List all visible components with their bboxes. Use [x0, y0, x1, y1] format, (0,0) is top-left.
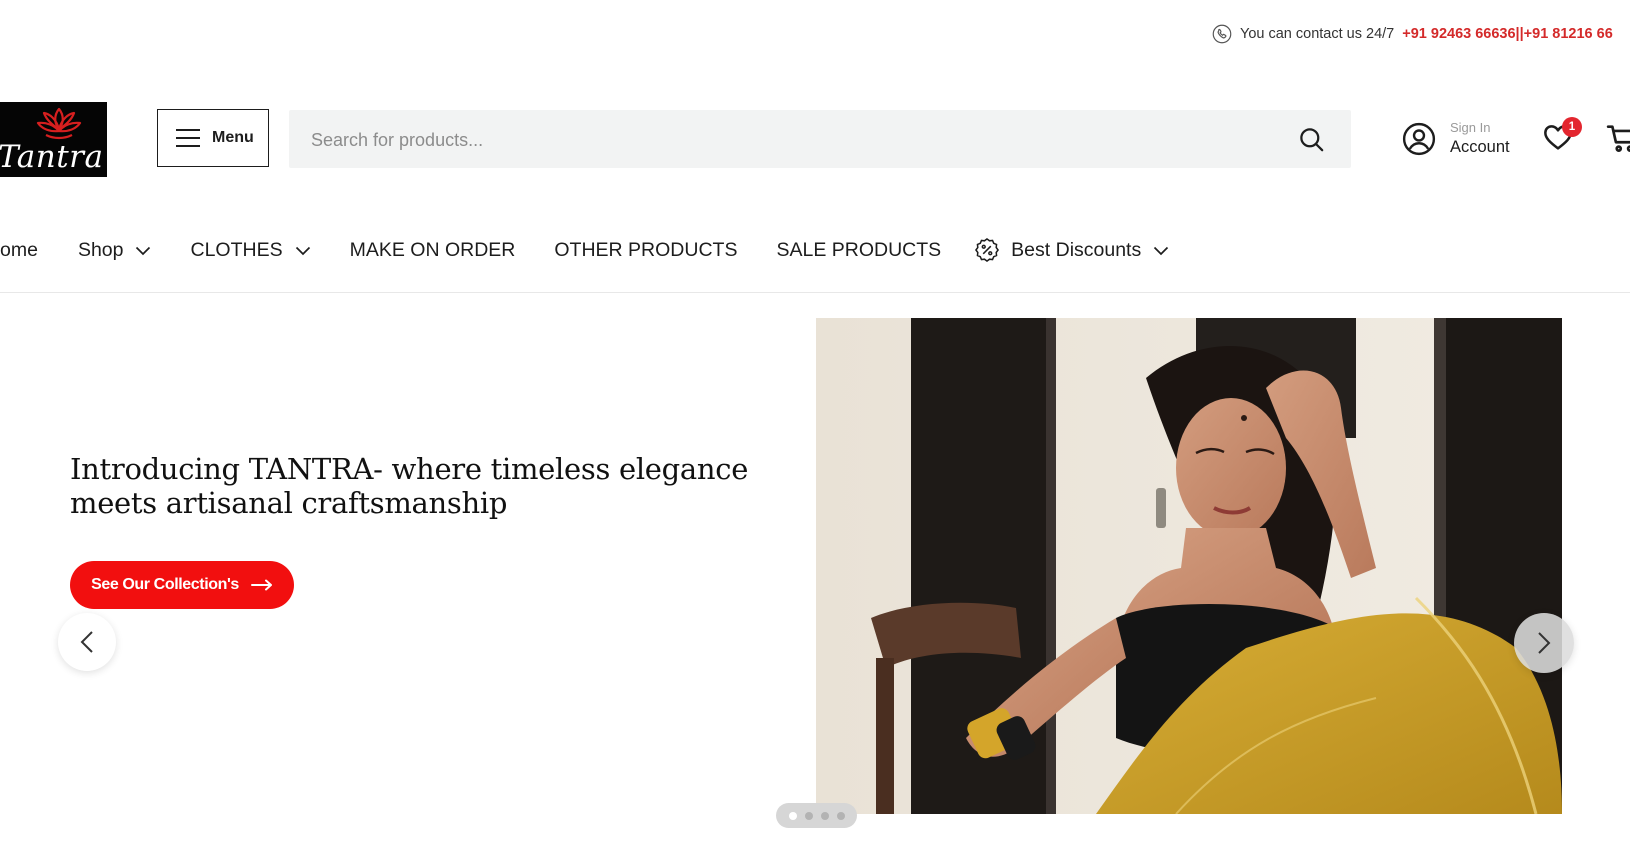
hero-model-image — [816, 318, 1562, 814]
chevron-down-icon — [136, 246, 151, 256]
nav-item-sale-products[interactable]: SALE PRODUCTS — [776, 239, 941, 262]
account-link[interactable]: Sign In Account — [1402, 116, 1510, 162]
main-navigation: ome Shop CLOTHES MAKE ON ORDER OTHER PRO… — [0, 228, 1169, 272]
wishlist-count-badge: 1 — [1562, 117, 1582, 137]
chevron-left-icon — [80, 631, 93, 653]
slider-dot-3[interactable] — [820, 811, 829, 820]
nav-item-shop[interactable]: Shop — [78, 239, 152, 262]
nav-label: ome — [0, 238, 38, 261]
chevron-down-icon — [1154, 246, 1169, 256]
nav-item-make-on-order[interactable]: MAKE ON ORDER — [350, 239, 516, 262]
nav-divider — [0, 292, 1630, 293]
nav-item-clothes[interactable]: CLOTHES — [190, 239, 310, 262]
user-icon — [1402, 122, 1436, 156]
search-bar — [289, 110, 1351, 170]
slider-dot-2[interactable] — [804, 811, 813, 820]
top-contact-bar: You can contact us 24/7 +91 92463 66636 … — [1212, 22, 1613, 46]
account-label: Account — [1450, 138, 1510, 157]
phone-link-2[interactable]: +91 81216 66 — [1524, 26, 1613, 42]
nav-label: Best Discounts — [1011, 238, 1142, 261]
nav-item-home[interactable]: ome — [0, 239, 38, 262]
nav-item-best-discounts[interactable]: Best Discounts — [974, 237, 1169, 263]
phone-separator: || — [1515, 26, 1524, 42]
search-icon[interactable] — [1298, 126, 1325, 153]
wishlist-button[interactable]: 1 — [1542, 117, 1582, 157]
hamburger-icon — [176, 123, 200, 153]
phone-icon — [1212, 24, 1232, 44]
nav-label: OTHER PRODUCTS — [554, 238, 738, 261]
arrow-right-icon — [250, 579, 273, 591]
nav-item-other-products[interactable]: OTHER PRODUCTS — [554, 239, 737, 262]
menu-button[interactable]: Menu — [157, 109, 269, 167]
cta-label: See Our Collection's — [91, 576, 239, 593]
cart-button[interactable] — [1606, 121, 1630, 157]
chevron-right-icon — [1538, 632, 1551, 654]
logo-wordmark: Tantra — [0, 139, 104, 175]
see-collection-button[interactable]: See Our Collection's — [70, 561, 294, 609]
nav-label: Shop — [77, 238, 124, 261]
slider-prev-button[interactable] — [58, 613, 116, 671]
hero-headline: Introducing TANTRA- where timeless elega… — [70, 452, 750, 520]
slider-pagination — [776, 803, 857, 828]
contact-text: You can contact us 24/7 — [1240, 26, 1395, 42]
percent-badge-icon — [975, 238, 1000, 262]
menu-label: Menu — [212, 129, 254, 146]
site-logo[interactable]: Tantra — [0, 102, 107, 177]
sign-in-label: Sign In — [1450, 119, 1491, 135]
slider-dot-4[interactable] — [836, 811, 845, 820]
slider-dot-1[interactable] — [788, 811, 797, 820]
slider-next-button[interactable] — [1514, 613, 1574, 673]
hero-headline-line-1: Introducing TANTRA- where timeless elega… — [70, 452, 749, 486]
cart-icon — [1606, 125, 1630, 152]
phone-link-1[interactable]: +91 92463 66636 — [1402, 26, 1515, 42]
lotus-icon — [36, 107, 82, 140]
nav-label: SALE PRODUCTS — [776, 238, 942, 261]
hero-photo-illustration — [816, 318, 1562, 814]
search-input[interactable] — [309, 110, 1273, 170]
chevron-down-icon — [295, 246, 310, 256]
hero-headline-line-2: meets artisanal craftsmanship — [70, 486, 508, 520]
nav-label: CLOTHES — [190, 238, 283, 261]
nav-label: MAKE ON ORDER — [349, 238, 516, 261]
